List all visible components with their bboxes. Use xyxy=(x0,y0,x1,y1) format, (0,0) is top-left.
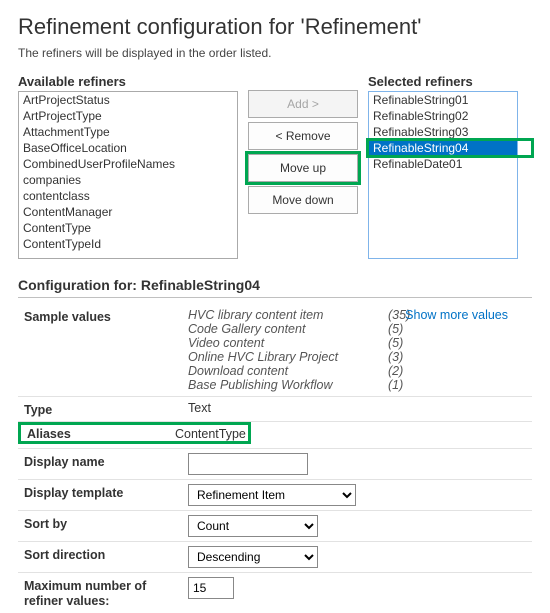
list-item[interactable]: ContentType xyxy=(19,220,237,236)
list-item[interactable]: RefinableString04 xyxy=(369,140,517,156)
sample-value-row: Download content(2) xyxy=(188,364,532,378)
refinement-config-panel: Refinement configuration for 'Refinement… xyxy=(0,0,550,596)
picker-controls: Add > < Remove Move up Move down xyxy=(248,74,358,214)
config-heading-prefix: Configuration for: xyxy=(18,277,137,293)
sample-values-label: Sample values xyxy=(18,308,188,324)
list-item[interactable]: CombinedUserProfileNames xyxy=(19,156,237,172)
sample-value-row: Video content(5) xyxy=(188,336,532,350)
list-item[interactable]: RefinableString03 xyxy=(369,124,517,140)
sample-value-name: Download content xyxy=(188,364,388,378)
list-item[interactable]: RefinableDate01 xyxy=(369,156,517,172)
selected-column: Selected refiners RefinableString01Refin… xyxy=(368,74,518,259)
type-row: Type Text xyxy=(18,397,532,422)
divider xyxy=(18,297,532,298)
list-item[interactable]: RefinableString01 xyxy=(369,92,517,108)
sort-by-select[interactable]: Count xyxy=(188,515,318,537)
display-template-select[interactable]: Refinement Item xyxy=(188,484,356,506)
sample-value-name: HVC library content item xyxy=(188,308,388,322)
aliases-value: ContentType xyxy=(175,427,246,441)
type-value: Text xyxy=(188,401,532,415)
sample-value-count: (1) xyxy=(388,378,428,392)
max-refiner-label: Maximum number of refiner values: xyxy=(18,577,188,609)
sort-by-label: Sort by xyxy=(18,515,188,531)
display-template-row: Display template Refinement Item xyxy=(18,480,532,511)
display-name-label: Display name xyxy=(18,453,188,469)
config-heading: Configuration for: RefinableString04 xyxy=(18,277,532,293)
sample-value-row: Base Publishing Workflow(1) xyxy=(188,378,532,392)
display-name-input[interactable] xyxy=(188,453,308,475)
sort-by-row: Sort by Count xyxy=(18,511,532,542)
sample-value-name: Code Gallery content xyxy=(188,322,388,336)
sample-value-row: Online HVC Library Project(3) xyxy=(188,350,532,364)
list-item[interactable]: RefinableString02 xyxy=(369,108,517,124)
config-heading-value: RefinableString04 xyxy=(141,277,260,293)
sample-value-row: Code Gallery content(5) xyxy=(188,322,532,336)
add-button[interactable]: Add > xyxy=(248,90,358,118)
page-subtitle: The refiners will be displayed in the or… xyxy=(18,46,532,60)
list-item[interactable]: ArtProjectStatus xyxy=(19,92,237,108)
sort-direction-row: Sort direction Descending xyxy=(18,542,532,573)
type-label: Type xyxy=(18,401,188,417)
sample-value-count: (5) xyxy=(388,336,428,350)
show-more-values-link[interactable]: Show more values xyxy=(405,308,508,322)
selected-refiners-label: Selected refiners xyxy=(368,74,518,89)
available-refiners-listbox[interactable]: ArtProjectStatusArtProjectTypeAttachment… xyxy=(18,91,238,259)
max-refiner-row: Maximum number of refiner values: xyxy=(18,573,532,613)
remove-button[interactable]: < Remove xyxy=(248,122,358,150)
move-down-button[interactable]: Move down xyxy=(248,186,358,214)
sample-value-count: (3) xyxy=(388,350,428,364)
move-up-button[interactable]: Move up xyxy=(248,154,358,182)
aliases-label: Aliases xyxy=(23,425,175,441)
sample-value-name: Video content xyxy=(188,336,388,350)
sort-direction-label: Sort direction xyxy=(18,546,188,562)
sample-value-name: Online HVC Library Project xyxy=(188,350,388,364)
sample-values-row: Sample values HVC library content item (3… xyxy=(18,304,532,397)
available-column: Available refiners ArtProjectStatusArtPr… xyxy=(18,74,238,259)
list-item[interactable]: ContentManager xyxy=(19,204,237,220)
list-item[interactable]: BaseOfficeLocation xyxy=(19,140,237,156)
list-item[interactable]: companies xyxy=(19,172,237,188)
aliases-highlight: Aliases ContentType xyxy=(18,422,251,444)
sample-value-name: Base Publishing Workflow xyxy=(188,378,388,392)
list-item[interactable]: AttachmentType xyxy=(19,124,237,140)
refiner-picker: Available refiners ArtProjectStatusArtPr… xyxy=(18,74,532,259)
display-name-row: Display name xyxy=(18,449,532,480)
sample-value-count: (2) xyxy=(388,364,428,378)
page-title: Refinement configuration for 'Refinement… xyxy=(18,14,532,40)
list-item[interactable]: ContentTypeId xyxy=(19,236,237,252)
list-item[interactable]: ArtProjectType xyxy=(19,108,237,124)
sample-value-count: (5) xyxy=(388,322,428,336)
aliases-row: Aliases ContentType xyxy=(18,422,532,449)
config-section: Configuration for: RefinableString04 Sam… xyxy=(18,277,532,613)
available-refiners-label: Available refiners xyxy=(18,74,238,89)
sort-direction-select[interactable]: Descending xyxy=(188,546,318,568)
selected-refiners-listbox[interactable]: RefinableString01RefinableString02Refina… xyxy=(368,91,518,259)
list-item[interactable]: contentclass xyxy=(19,188,237,204)
display-template-label: Display template xyxy=(18,484,188,500)
